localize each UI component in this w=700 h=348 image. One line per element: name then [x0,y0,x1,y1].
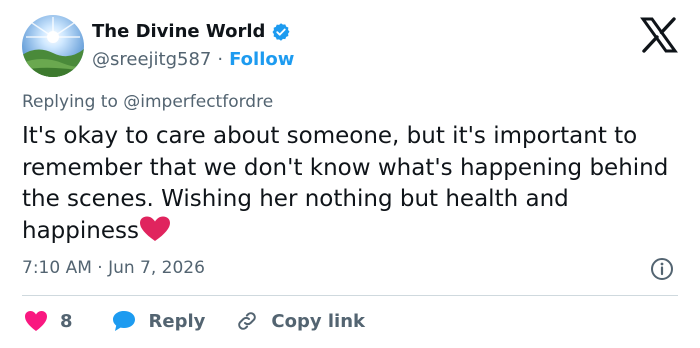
link-icon [238,312,257,330]
timestamp[interactable]: 7:10 AM · Jun 7, 2026 [22,258,205,278]
tweet-text: It's okay to care about someone, but it'… [22,123,669,244]
separator-dot: · [217,49,224,70]
follow-button[interactable]: Follow [229,49,294,70]
verified-badge-icon [272,22,290,41]
avatar-image [22,15,84,77]
action-bar: 8 Reply Copy link [24,308,365,334]
info-icon[interactable] [650,257,674,281]
copy-link-label: Copy link [271,310,365,332]
reply-label: Reply [148,310,206,332]
author-handle[interactable]: @sreejitg587 [92,49,211,70]
like-count: 8 [60,310,73,332]
like-button[interactable]: 8 [24,310,73,332]
author-handle-row: @sreejitg587 · Follow [92,49,294,70]
divider [22,295,678,296]
replying-to-text: Replying to @imperfectfordre [22,92,274,112]
copy-link-button[interactable]: Copy link [235,309,365,333]
reply-bubble-icon [112,311,135,331]
author-name[interactable]: The Divine World [92,21,265,42]
red-heart-emoji-icon [139,216,170,241]
x-logo-icon[interactable] [640,16,678,54]
tweet-body: It's okay to care about someone, but it'… [22,121,692,247]
avatar[interactable] [22,15,84,77]
author-name-row: The Divine World [92,21,291,42]
reply-button[interactable]: Reply [111,309,206,333]
heart-icon [25,311,47,331]
